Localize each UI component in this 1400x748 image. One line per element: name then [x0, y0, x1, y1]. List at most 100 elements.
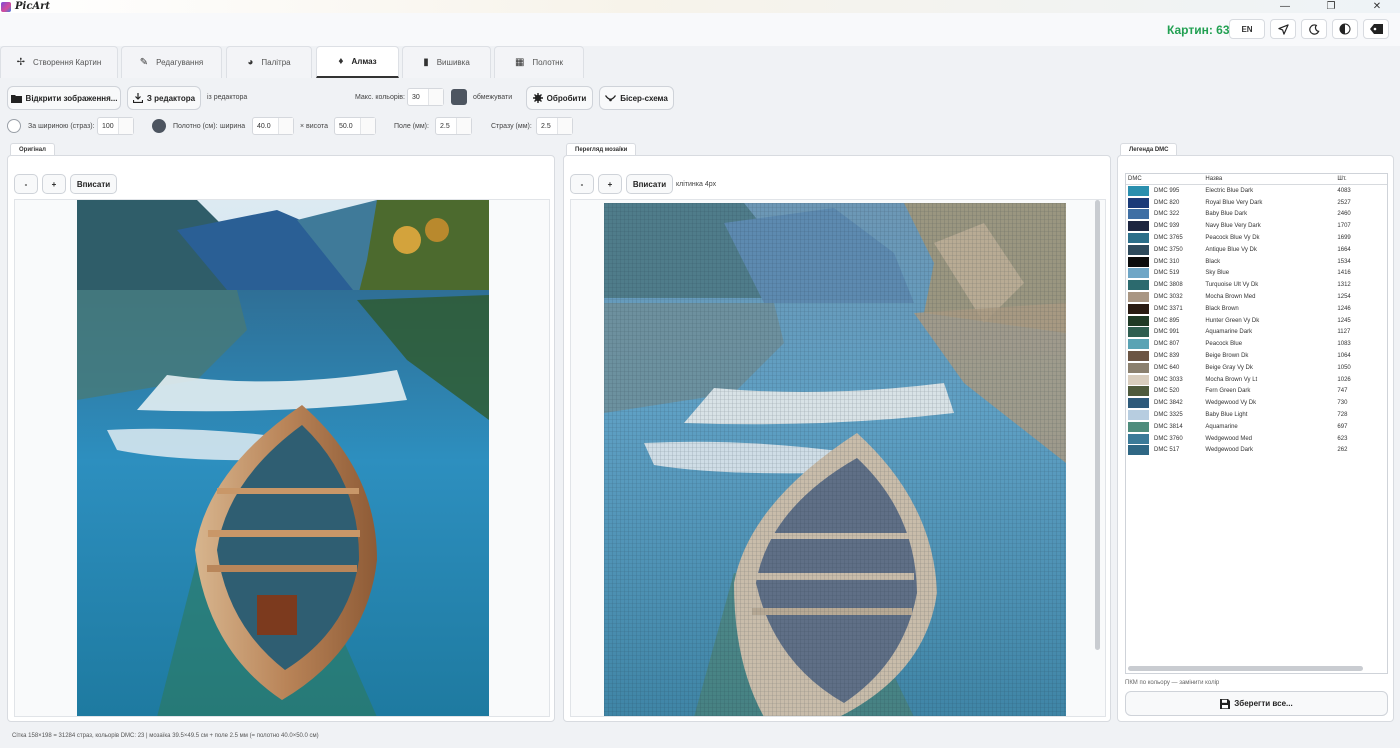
original-tab[interactable]: Оригінал: [10, 143, 55, 155]
legend-row[interactable]: DMC 3808 Turquoise Ult Vy Dk 1312: [1126, 279, 1387, 291]
legend-row[interactable]: DMC 3814 Aquamarine 697: [1126, 421, 1387, 433]
dmc-code: DMC 3842: [1154, 400, 1183, 407]
margin-input[interactable]: 2.5: [435, 117, 472, 135]
legend-row[interactable]: DMC 3842 Wedgewood Vy Dk 730: [1126, 397, 1387, 409]
save-all-button[interactable]: Зберегти все...: [1125, 691, 1388, 716]
send-icon: [1277, 23, 1289, 35]
toolbar-top: Відкрити зображення... З редактора із ре…: [0, 78, 1400, 116]
color-swatch: [1128, 209, 1149, 220]
from-editor-button[interactable]: З редактора: [127, 86, 201, 110]
original-image: [77, 200, 489, 716]
tab-create-paintings[interactable]: ✢ Створення Картин: [0, 46, 118, 78]
mosaic-tab[interactable]: Перегляд мозаїки: [566, 143, 637, 155]
color-name: Black Brown: [1205, 305, 1239, 312]
color-name: Aquamarine: [1205, 423, 1238, 430]
legend-tab[interactable]: Легенда DMC: [1120, 143, 1178, 155]
legend-row[interactable]: DMC 3371 Black Brown 1246: [1126, 303, 1387, 315]
main-tabs: ✢ Створення Картин ✎ Редагування ◕ Паліт…: [0, 46, 1400, 78]
dmc-code: DMC 322: [1154, 211, 1180, 218]
legend-row[interactable]: DMC 820 Royal Blue Very Dark 2527: [1126, 197, 1387, 209]
legend-row[interactable]: DMC 995 Electric Blue Dark 4083: [1126, 185, 1387, 197]
dark-mode-button[interactable]: [1301, 19, 1327, 39]
by-width-input[interactable]: 100: [97, 117, 134, 135]
legend-row[interactable]: DMC 520 Fern Green Dark 747: [1126, 386, 1387, 398]
cell-size-label: клітинка 4px: [676, 181, 717, 188]
color-name: Sky Blue: [1205, 270, 1230, 277]
bead-count: 1664: [1337, 246, 1351, 253]
dmc-code: DMC 3325: [1154, 412, 1183, 419]
color-name: Beige Brown Dk: [1205, 353, 1249, 360]
bead-count: 728: [1337, 412, 1348, 419]
canvas-height-input[interactable]: 50.0: [334, 117, 376, 135]
mosaic-zoom-in-button[interactable]: +: [598, 174, 622, 194]
legend-horizontal-scrollbar[interactable]: [1128, 666, 1363, 671]
moon-icon: [1308, 23, 1319, 35]
legend-row[interactable]: DMC 3032 Mocha Brown Med 1254: [1126, 291, 1387, 303]
close-button[interactable]: ✕: [1354, 0, 1400, 13]
legend-row[interactable]: DMC 517 Wedgewood Dark 262: [1126, 445, 1387, 457]
canvas-size-radio[interactable]: [152, 119, 166, 133]
dmc-code: DMC 3371: [1154, 305, 1183, 312]
tag-back-button[interactable]: [1363, 19, 1389, 39]
legend-row[interactable]: DMC 519 Sky Blue 1416: [1126, 268, 1387, 280]
tab-palette[interactable]: ◕ Палітра: [226, 46, 312, 78]
legend-dmc-cell: DMC 895: [1126, 315, 1205, 326]
bead-count: 1699: [1337, 235, 1351, 242]
legend-row[interactable]: DMC 322 Baby Blue Dark 2460: [1126, 209, 1387, 221]
tab-diamond[interactable]: ♦ Алмаз: [316, 46, 399, 78]
send-button[interactable]: [1270, 19, 1296, 39]
language-button[interactable]: EN: [1229, 19, 1265, 39]
mosaic-vertical-scrollbar[interactable]: [1095, 200, 1100, 650]
mosaic-zoom-out-button[interactable]: -: [570, 174, 594, 194]
legend-col-dmc[interactable]: DMC: [1126, 176, 1205, 182]
legend-row[interactable]: DMC 3325 Baby Blue Light 728: [1126, 409, 1387, 421]
legend-row[interactable]: DMC 3033 Mocha Brown Vy Lt 1026: [1126, 374, 1387, 386]
canvas-width-input[interactable]: 40.0: [252, 117, 294, 135]
legend-row[interactable]: DMC 839 Beige Brown Dk 1064: [1126, 350, 1387, 362]
dmc-code: DMC 991: [1154, 329, 1180, 336]
legend-row[interactable]: DMC 3765 Peacock Blue Vy Dk 1699: [1126, 232, 1387, 244]
bead-count: 1534: [1337, 258, 1351, 265]
legend-col-name[interactable]: Назва: [1205, 176, 1337, 182]
open-image-button[interactable]: Відкрити зображення...: [7, 86, 121, 110]
strass-input[interactable]: 2.5: [536, 117, 573, 135]
max-colors-input[interactable]: 30: [407, 88, 444, 106]
tab-canvas[interactable]: ▦ Полотнк: [494, 46, 584, 78]
legend-row[interactable]: DMC 640 Beige Gray Vy Dk 1050: [1126, 362, 1387, 374]
legend-row[interactable]: DMC 991 Aquamarine Dark 1127: [1126, 327, 1387, 339]
legend-row[interactable]: DMC 3750 Antique Blue Vy Dk 1664: [1126, 244, 1387, 256]
bead-count: 1312: [1337, 282, 1351, 289]
legend-row[interactable]: DMC 3760 Wedgewood Med 623: [1126, 433, 1387, 445]
mosaic-canvas[interactable]: [570, 199, 1106, 717]
mosaic-fit-button[interactable]: Вписати: [626, 174, 673, 194]
process-button[interactable]: Обробити: [526, 86, 593, 110]
original-canvas[interactable]: [14, 199, 550, 717]
minimize-button[interactable]: —: [1262, 0, 1308, 13]
original-zoom-out-button[interactable]: -: [14, 174, 38, 194]
original-zoom-in-button[interactable]: +: [42, 174, 66, 194]
legend-row[interactable]: DMC 310 Black 1534: [1126, 256, 1387, 268]
limit-toggle[interactable]: [451, 89, 467, 105]
paintings-count: Картин: 63: [1167, 23, 1230, 37]
restore-button[interactable]: ❐: [1308, 0, 1354, 13]
legend-row[interactable]: DMC 939 Navy Blue Very Dark 1707: [1126, 220, 1387, 232]
color-name: Royal Blue Very Dark: [1205, 199, 1263, 206]
by-width-radio[interactable]: [7, 119, 21, 133]
original-fit-button[interactable]: Вписати: [70, 174, 117, 194]
bead-scheme-button[interactable]: Бісер-схема: [599, 86, 674, 110]
color-swatch: [1128, 445, 1149, 456]
dmc-code: DMC 3765: [1154, 235, 1183, 242]
color-name: Navy Blue Very Dark: [1205, 223, 1261, 230]
color-name: Mocha Brown Vy Lt: [1205, 376, 1258, 383]
legend-row[interactable]: DMC 807 Peacock Blue 1083: [1126, 338, 1387, 350]
legend-row[interactable]: DMC 895 Hunter Green Vy Dk 1245: [1126, 315, 1387, 327]
tab-embroidery[interactable]: ▮ Вишивка: [402, 46, 491, 78]
tab-editing[interactable]: ✎ Редагування: [121, 46, 222, 78]
bead-count: 262: [1337, 447, 1348, 454]
dmc-legend-table[interactable]: DMC Назва Шт. DMC 995 Electric Blue Dark 4…: [1125, 173, 1388, 674]
legend-col-count[interactable]: Шт.: [1337, 176, 1387, 182]
theme-button[interactable]: [1332, 19, 1358, 39]
floppy-disk-icon: [1220, 698, 1231, 709]
max-colors-label: Макс. кольорів:: [355, 94, 405, 101]
bead-count: 1083: [1337, 341, 1351, 348]
